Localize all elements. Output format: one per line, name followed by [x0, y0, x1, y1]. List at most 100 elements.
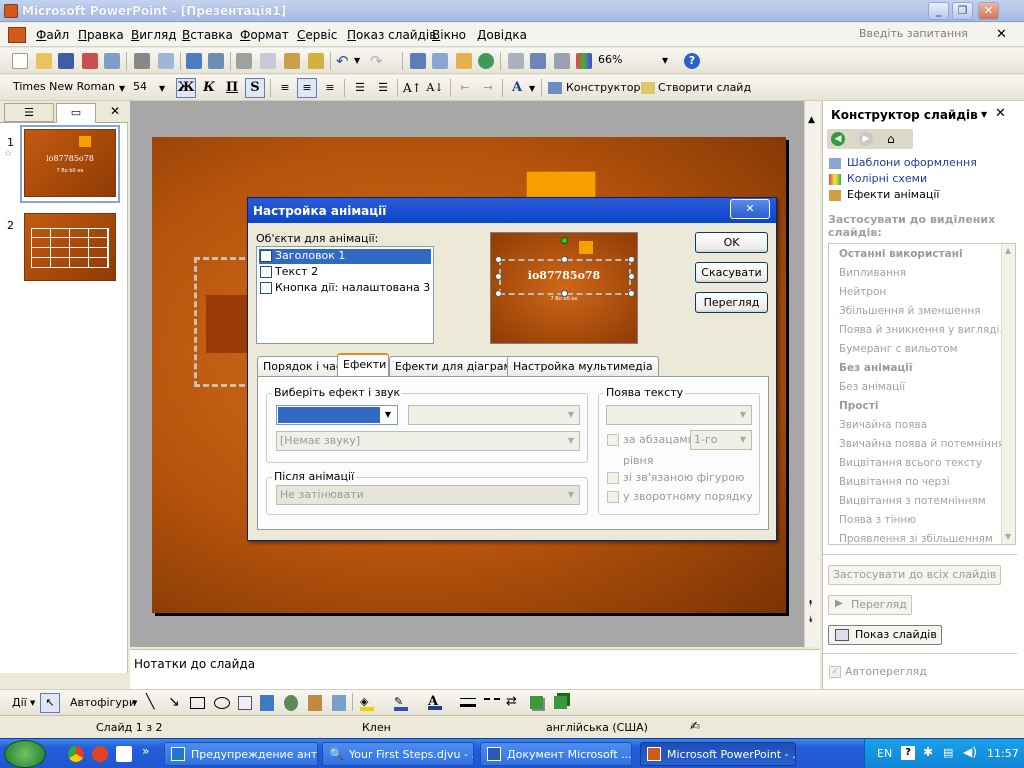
reverse-order-checkbox[interactable] — [607, 491, 619, 503]
shadow-button[interactable]: S — [245, 78, 265, 98]
close-document-icon[interactable]: ✕ — [996, 27, 1007, 42]
chrome-icon[interactable] — [68, 746, 84, 762]
help-icon[interactable]: ? — [684, 53, 700, 69]
tray-tools-icon[interactable]: ✱ — [923, 745, 933, 759]
open-icon[interactable] — [36, 53, 52, 69]
tab-effects[interactable]: Ефекти — [337, 353, 389, 377]
increase-font-icon[interactable]: A↑ — [402, 78, 422, 98]
outline-tab[interactable]: ☰ — [4, 103, 54, 122]
powerpoint-app-icon[interactable] — [4, 4, 18, 18]
arrow-icon[interactable]: ↘ — [168, 694, 180, 710]
sound-dropdown[interactable]: [Немає звуку] ▼ — [276, 431, 580, 451]
show-more-icon[interactable]: » — [142, 744, 149, 758]
animation-scheme-item[interactable]: Вицвітання по черзі — [839, 476, 1001, 488]
taskbar-antivirus[interactable]: Предупреждение ант... — [164, 742, 318, 766]
objects-list[interactable]: Заголовок 1 Текст 2 Кнопка дії: налаштов… — [256, 246, 434, 344]
after-animation-dropdown[interactable]: Не затінювати ▼ — [276, 485, 580, 505]
vertical-scrollbar[interactable]: ▲ ⯭ ⯯ — [804, 101, 820, 647]
taskbar-powerpoint[interactable]: Microsoft PowerPoint - ... — [640, 742, 796, 766]
notes-pane[interactable]: Нотатки до слайда — [130, 649, 820, 689]
font-name-combo[interactable]: Times New Roman — [10, 78, 128, 97]
arrow-style-icon[interactable]: ⇄ — [506, 694, 517, 709]
3d-style-icon[interactable] — [554, 696, 567, 709]
format-painter-icon[interactable] — [308, 53, 324, 69]
dash-style-icon[interactable] — [484, 698, 500, 707]
animation-scheme-item[interactable]: Звичайна поява й потемніння — [839, 438, 1001, 450]
line-icon[interactable]: ╲ — [146, 694, 154, 710]
menu-file[interactable]: Файл — [36, 28, 69, 42]
restore-icon[interactable]: ❐ — [952, 2, 973, 20]
wordart-icon[interactable] — [260, 695, 274, 711]
menu-tools[interactable]: Сервіс — [297, 28, 337, 42]
font-color-icon[interactable]: A — [507, 78, 527, 98]
italic-button[interactable]: К — [199, 78, 219, 98]
apply-all-button[interactable]: Застосувати до всіх слайдів — [828, 565, 1002, 585]
menu-slideshow[interactable]: Показ слайдів — [347, 28, 436, 42]
increase-indent-icon[interactable]: ⇥ — [478, 78, 498, 98]
opera-icon[interactable] — [92, 746, 108, 762]
insert-table-icon[interactable] — [432, 53, 448, 69]
object-checkbox[interactable] — [260, 250, 272, 262]
redo-icon[interactable]: ↷ — [370, 52, 383, 70]
design-button[interactable]: Конструктор — [566, 81, 640, 94]
forward-icon[interactable]: ▶ — [859, 132, 873, 146]
animation-scheme-item[interactable]: Бумеранг с вильотом — [839, 343, 1001, 355]
animation-scheme-item[interactable]: Вицвітання з потемнінням — [839, 495, 1001, 507]
textbox-icon[interactable] — [238, 696, 252, 710]
slideshow-button[interactable]: Показ слайдів — [828, 625, 942, 645]
close-pane-icon[interactable]: ✕ — [110, 104, 120, 118]
animation-scheme-item[interactable]: Поява й зникнення у вигляді... — [839, 324, 1001, 336]
tab-chart-effects[interactable]: Ефекти для діаграми — [389, 356, 525, 376]
link-animation-schemes[interactable]: Ефекти анімації — [847, 188, 939, 201]
preview-button[interactable]: ▶ Перегляд — [828, 595, 912, 615]
print-preview-icon[interactable] — [158, 53, 174, 69]
object-checkbox[interactable] — [260, 282, 272, 294]
network-icon[interactable]: ▤ — [943, 746, 953, 759]
autoshapes-menu[interactable]: Автофігури — [70, 696, 136, 709]
size-dropdown-icon[interactable]: ▼ — [159, 84, 165, 93]
language-indicator[interactable]: EN — [877, 747, 892, 760]
tab-multimedia[interactable]: Настройка мультимедіа — [507, 356, 659, 376]
paste-icon[interactable] — [284, 53, 300, 69]
menu-insert[interactable]: Вставка — [182, 28, 233, 42]
ask-question-input[interactable]: Введіть запитання — [856, 27, 980, 43]
copy-icon[interactable] — [260, 53, 276, 69]
level-dropdown[interactable]: 1-го ▼ — [690, 430, 752, 450]
clock[interactable]: 11:57 — [987, 747, 1019, 760]
dialog-close-icon[interactable]: ✕ — [730, 199, 770, 219]
tab-order-timing[interactable]: Порядок і час — [257, 356, 348, 376]
insert-hyperlink-icon[interactable] — [478, 53, 494, 69]
attached-shape-checkbox[interactable] — [607, 472, 619, 484]
object-item[interactable]: Текст 2 — [275, 265, 318, 278]
menu-view[interactable]: Вигляд — [131, 28, 177, 42]
taskpane-menu-icon[interactable]: ▼ — [981, 110, 987, 119]
autopreview-checkbox[interactable]: ✓ — [829, 666, 841, 678]
undo-icon[interactable]: ↶ — [336, 52, 349, 70]
animation-scheme-item[interactable]: Нейтрон — [839, 286, 1001, 298]
bold-button[interactable]: Ж — [176, 78, 196, 98]
email-icon[interactable] — [104, 53, 120, 69]
menu-edit[interactable]: Правка — [78, 28, 124, 42]
animation-scheme-item[interactable]: Без анімації — [839, 381, 1001, 393]
decrease-font-icon[interactable]: A↓ — [425, 78, 445, 98]
align-center-icon[interactable]: ≡ — [297, 78, 317, 98]
previous-slide-icon[interactable]: ⯭ — [808, 599, 813, 609]
close-icon[interactable]: ✕ — [978, 2, 999, 20]
help-tray-icon[interactable]: ? — [901, 746, 915, 760]
font-color-dropdown-icon[interactable]: ▼ — [529, 84, 535, 93]
slides-tab[interactable]: ▭ — [56, 103, 96, 123]
preview-button[interactable]: Перегляд — [695, 292, 768, 313]
zoom-combo[interactable]: 66% — [598, 53, 622, 66]
cut-icon[interactable] — [236, 53, 252, 69]
undo-dropdown-icon[interactable]: ▼ — [354, 56, 360, 65]
animation-scheme-item[interactable]: Вицвітання всього тексту — [839, 457, 1001, 469]
document-icon[interactable] — [8, 27, 26, 43]
link-color-schemes[interactable]: Колірні схеми — [847, 172, 927, 185]
research-icon[interactable] — [208, 53, 224, 69]
expand-all-icon[interactable] — [508, 53, 524, 69]
clipart-icon[interactable] — [308, 695, 322, 711]
animation-scheme-item[interactable]: Звичайна поява — [839, 419, 1001, 431]
zoom-dropdown-icon[interactable]: ▼ — [662, 56, 668, 65]
menu-window[interactable]: Вікно — [432, 28, 466, 42]
next-slide-icon[interactable]: ⯯ — [808, 615, 813, 625]
